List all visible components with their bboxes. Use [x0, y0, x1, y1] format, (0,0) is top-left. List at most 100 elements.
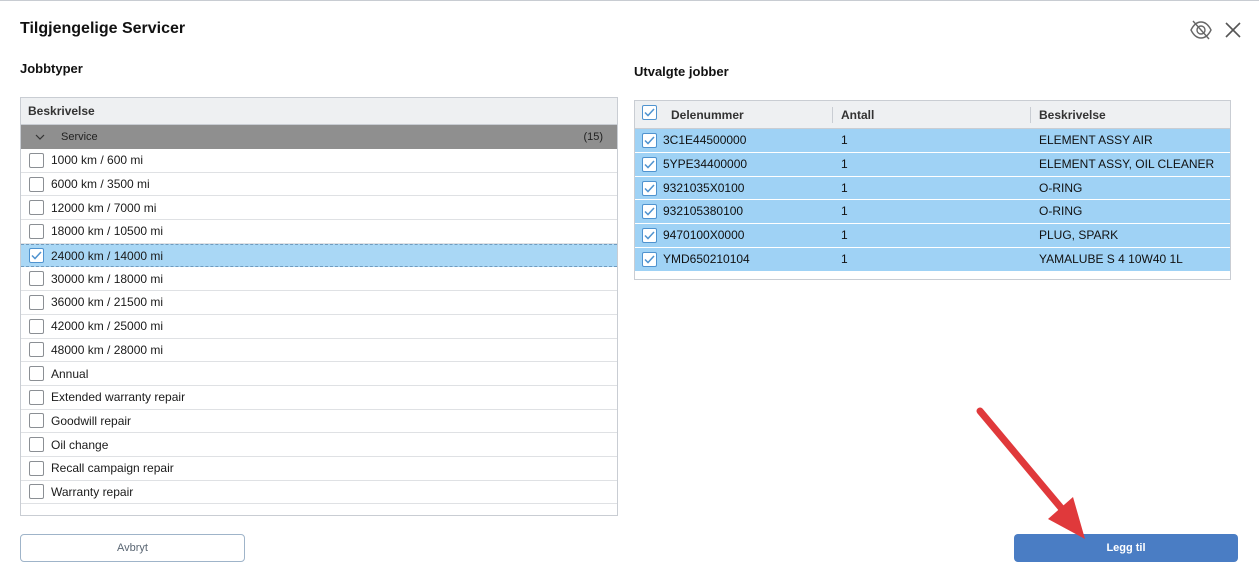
quantity-cell: 1	[841, 133, 848, 147]
job-label: 36000 km / 21500 mi	[51, 295, 164, 310]
table-row[interactable]: 9321035X0100 1 O-RING	[635, 176, 1230, 201]
checkmark-icon	[644, 108, 655, 117]
part-number-cell: 3C1E44500000	[663, 133, 747, 147]
selected-jobs-table: Delenummer Antall Beskrivelse 3C1E445000…	[634, 100, 1231, 280]
job-row[interactable]: 42000 km / 25000 mi	[21, 315, 617, 339]
job-row[interactable]: 36000 km / 21500 mi	[21, 291, 617, 315]
part-number-cell: 932105380100	[663, 204, 744, 219]
description-cell: YAMALUBE S 4 10W40 1L	[1039, 251, 1183, 266]
description-cell: PLUG, SPARK	[1039, 228, 1119, 243]
checkbox[interactable]	[29, 413, 44, 429]
job-label: Extended warranty repair	[51, 390, 186, 405]
job-row[interactable]: Extended warranty repair	[21, 386, 617, 410]
checkmark-icon	[644, 160, 655, 169]
quantity-cell: 1	[841, 156, 848, 171]
job-types-title: Jobbtyper	[20, 61, 83, 76]
cancel-button[interactable]: Avbryt	[20, 534, 245, 562]
job-row[interactable]: Warranty repair	[21, 481, 617, 505]
description-column-header[interactable]: Beskrivelse	[21, 98, 617, 125]
checkbox[interactable]	[29, 152, 44, 168]
checkbox[interactable]	[29, 460, 44, 476]
service-group-row[interactable]: Service (15)	[21, 125, 617, 149]
row-checkbox[interactable]	[642, 133, 657, 148]
table-row[interactable]: 932105380100 1 O-RING	[635, 200, 1230, 225]
quantity-column-header[interactable]: Antall	[841, 101, 874, 129]
checkbox[interactable]	[29, 484, 44, 500]
checkbox[interactable]	[29, 294, 44, 310]
job-row[interactable]: 48000 km / 28000 mi	[21, 339, 617, 363]
job-row[interactable]: Oil change	[21, 433, 617, 457]
dialog-title: Tilgjengelige Servicer	[20, 20, 186, 37]
table-row[interactable]: 3C1E44500000 1 ELEMENT ASSY AIR	[635, 129, 1230, 153]
checkmark-icon	[31, 251, 42, 260]
job-label: 18000 km / 10500 mi	[51, 224, 164, 239]
dialog-toolbar	[1189, 18, 1245, 42]
eye-off-icon[interactable]	[1189, 18, 1213, 42]
select-all-checkbox[interactable]	[642, 105, 657, 120]
job-row[interactable]: 1000 km / 600 mi	[21, 149, 617, 173]
job-label: Oil change	[51, 437, 109, 452]
table-row[interactable]: 9470100X0000 1 PLUG, SPARK	[635, 224, 1230, 248]
checkmark-icon	[644, 231, 655, 240]
checkbox[interactable]	[29, 437, 44, 453]
checkbox[interactable]	[29, 389, 44, 405]
checkbox[interactable]	[29, 176, 44, 192]
quantity-cell: 1	[841, 228, 848, 243]
row-checkbox[interactable]	[642, 204, 657, 220]
job-row[interactable]: Goodwill repair	[21, 410, 617, 434]
checkbox[interactable]	[29, 223, 44, 239]
job-label: Goodwill repair	[51, 413, 132, 428]
quantity-cell: 1	[841, 251, 848, 266]
checkbox[interactable]	[29, 318, 44, 334]
part-number-column-header[interactable]: Delenummer	[671, 101, 744, 129]
checkbox[interactable]	[29, 271, 44, 287]
quantity-cell: 1	[841, 180, 848, 195]
job-row[interactable]: Annual	[21, 362, 617, 386]
checkbox[interactable]	[29, 200, 44, 216]
group-count: (15)	[583, 131, 603, 143]
job-label: 30000 km / 18000 mi	[51, 271, 164, 286]
job-row[interactable]: Recall campaign repair	[21, 457, 617, 481]
checkmark-icon	[644, 207, 655, 216]
red-arrow-icon	[976, 407, 1085, 539]
selected-jobs-title: Utvalgte jobber	[634, 64, 729, 79]
part-number-cell: 9470100X0000	[663, 228, 745, 243]
description-cell: ELEMENT ASSY, OIL CLEANER	[1039, 156, 1215, 171]
job-row[interactable]: 12000 km / 7000 mi	[21, 196, 617, 221]
job-label: 24000 km / 14000 mi	[51, 248, 164, 263]
table-row[interactable]: YMD650210104 1 YAMALUBE S 4 10W40 1L	[635, 247, 1230, 272]
job-label: 6000 km / 3500 mi	[51, 177, 150, 192]
add-button[interactable]: Legg til	[1014, 534, 1238, 562]
description-column-header[interactable]: Beskrivelse	[1039, 101, 1106, 129]
chevron-down-icon[interactable]	[35, 134, 49, 140]
description-cell: ELEMENT ASSY AIR	[1039, 133, 1153, 147]
row-checkbox[interactable]	[642, 180, 657, 196]
part-number-cell: 9321035X0100	[663, 180, 745, 195]
close-icon[interactable]	[1221, 18, 1245, 42]
checkbox[interactable]	[29, 342, 44, 358]
checkmark-icon	[644, 136, 655, 145]
checkmark-icon	[644, 184, 655, 193]
group-label: Service	[61, 131, 98, 143]
job-label: Warranty repair	[51, 484, 134, 499]
table-header: Delenummer Antall Beskrivelse	[635, 101, 1230, 129]
row-checkbox[interactable]	[642, 228, 657, 244]
checkbox[interactable]	[29, 366, 44, 382]
job-row-selected[interactable]: 24000 km / 14000 mi	[21, 243, 617, 268]
job-row[interactable]: 6000 km / 3500 mi	[21, 173, 617, 197]
job-label: 48000 km / 28000 mi	[51, 342, 164, 357]
row-checkbox[interactable]	[642, 251, 657, 267]
job-label: Recall campaign repair	[51, 461, 174, 476]
job-label: 1000 km / 600 mi	[51, 153, 144, 168]
description-cell: O-RING	[1039, 204, 1083, 219]
description-cell: O-RING	[1039, 180, 1083, 195]
row-checkbox[interactable]	[642, 156, 657, 172]
job-label: 12000 km / 7000 mi	[51, 200, 157, 215]
job-label: 42000 km / 25000 mi	[51, 319, 164, 334]
part-number-cell: 5YPE34400000	[663, 156, 748, 171]
table-row[interactable]: 5YPE34400000 1 ELEMENT ASSY, OIL CLEANER	[635, 152, 1230, 177]
quantity-cell: 1	[841, 204, 848, 219]
checkbox-checked[interactable]	[29, 248, 44, 264]
job-row[interactable]: 18000 km / 10500 mi	[21, 220, 617, 244]
job-row[interactable]: 30000 km / 18000 mi	[21, 267, 617, 292]
